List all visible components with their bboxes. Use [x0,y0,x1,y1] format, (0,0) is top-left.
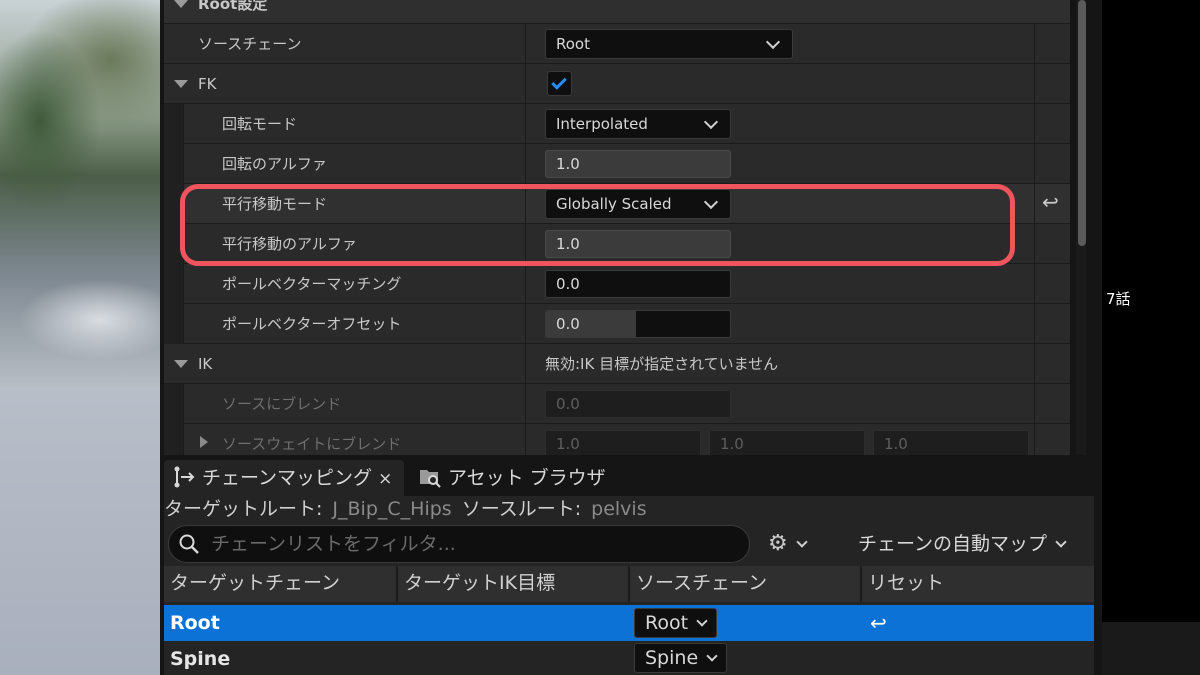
row-pole-vector-offset: ポールベクターオフセット 0.0 [164,304,1070,344]
source-root-value: pelvis [591,498,647,520]
column-target-chain[interactable]: ターゲットチェーン [164,566,398,602]
table-header: ターゲットチェーン ターゲットIK目標 ソースチェーン リセット [164,566,1094,602]
translation-alpha-input[interactable]: 1.0 [545,230,731,258]
tab-asset-browser[interactable]: アセット ブラウザ [414,460,606,496]
tab-chain-mapping[interactable]: チェーンマッピング × [164,460,404,496]
source-chain-dropdown[interactable]: Root [545,29,793,59]
row-label: 平行移動のアルファ [222,235,357,253]
settings-button[interactable]: ⚙ [768,528,808,560]
chain-mapping-icon [174,466,195,487]
tab-bar: チェーンマッピング × アセット ブラウザ [160,456,1102,496]
target-chain-name: Spine [170,648,231,670]
row-label: ソースウェイトにブレンド [222,435,402,453]
source-chain-select[interactable]: Root [634,608,718,638]
chevron-down-icon [706,650,718,662]
collapse-icon[interactable] [174,360,188,368]
source-chain-select[interactable]: Spine [634,643,728,673]
collapse-icon[interactable] [174,80,188,88]
target-root-label: ターゲットルート: [164,498,323,520]
chevron-down-icon [796,536,808,548]
row-label: 回転のアルファ [222,155,327,173]
translation-mode-dropdown[interactable]: Globally Scaled [545,189,731,219]
search-placeholder: チェーンリストをフィルタ... [211,533,456,555]
table-row[interactable]: Spine Spine [164,641,1094,675]
side-text: 7話 [1106,290,1131,308]
pole-vector-offset-slider[interactable]: 0.0 [545,310,731,338]
blend-weight-y-input[interactable]: 1.0 [709,430,865,455]
row-label: ポールベクターオフセット [222,315,402,333]
ik-status-text: 無効:IK 目標が指定されていません [545,355,779,373]
target-root-value: J_Bip_C_Hips [332,498,452,520]
chevron-down-icon [765,34,781,50]
row-fk[interactable]: FK [164,64,1070,104]
chevron-down-icon [1055,536,1067,548]
check-icon [551,74,567,90]
blend-weight-z-input[interactable]: 1.0 [873,430,1029,455]
editor-window: Root設定 ソースチェーン Root FK 回転モード Interpolate… [160,0,1102,675]
chevron-down-icon [703,194,719,210]
details-scrollbar[interactable] [1076,0,1086,455]
chevron-down-icon [703,114,719,130]
rotation-mode-dropdown[interactable]: Interpolated [545,109,731,139]
folder-search-icon [420,469,441,488]
row-translation-mode: 平行移動モード Globally Scaled ↩ [164,184,1070,224]
row-ik[interactable]: IK 無効:IK 目標が指定されていません [164,344,1070,384]
row-label: ソースチェーン [198,35,302,53]
chain-mapping-panel: ターゲットルート: J_Bip_C_Hips ソースルート: pelvis チェーンリ… [164,496,1094,675]
row-label: FK [198,75,217,93]
row-translation-alpha: 平行移動のアルファ 1.0 [164,224,1070,264]
background-photo-lower [0,390,160,675]
blend-weight-x-input[interactable]: 1.0 [545,430,701,455]
pole-vector-matching-input[interactable]: 0.0 [545,270,731,298]
collapse-icon[interactable] [174,0,188,8]
details-panel: Root設定 ソースチェーン Root FK 回転モード Interpolate… [164,0,1070,455]
close-tab-icon[interactable]: × [378,469,392,489]
target-chain-name: Root [170,612,220,634]
blend-to-source-input[interactable]: 0.0 [545,390,731,418]
rotation-alpha-input[interactable]: 1.0 [545,150,731,178]
expand-icon[interactable] [200,436,208,448]
column-target-ik-goal[interactable]: ターゲットIK目標 [398,566,630,602]
row-source-chain: ソースチェーン Root [164,24,1070,64]
reset-to-default-icon[interactable]: ↩ [1042,190,1059,214]
chain-filter-input[interactable]: チェーンリストをフィルタ... [168,525,750,563]
reset-icon[interactable]: ↩ [870,605,887,641]
source-root-label: ソースルート: [461,498,582,520]
row-rotation-mode: 回転モード Interpolated [164,104,1070,144]
background-photo [0,0,160,390]
column-reset[interactable]: リセット [862,566,1094,602]
row-label: IK [198,355,213,373]
scrollbar-thumb[interactable] [1078,0,1086,246]
chevron-down-icon [696,615,708,627]
right-panel [1102,622,1200,675]
section-header-root[interactable]: Root設定 [164,0,1070,24]
column-source-chain[interactable]: ソースチェーン [630,566,862,602]
table-row[interactable]: Root Root ↩ [164,605,1094,641]
row-label: 回転モード [222,115,298,133]
auto-map-chains-button[interactable]: チェーンの自動マップ [858,528,1067,560]
gear-icon: ⚙ [768,531,788,556]
row-label: ポールベクターマッチング [222,275,402,293]
fk-checkbox[interactable] [547,71,572,96]
search-icon [179,534,199,554]
root-info: ターゲットルート: J_Bip_C_Hips ソースルート: pelvis [164,496,657,524]
row-blend-weight: ソースウェイトにブレンド 1.0 1.0 1.0 [164,424,1070,455]
row-rotation-alpha: 回転のアルファ 1.0 [164,144,1070,184]
row-pole-vector-matching: ポールベクターマッチング 0.0 [164,264,1070,304]
row-label: 平行移動モード [222,195,328,213]
row-label: ソースにブレンド [222,395,342,413]
row-blend-to-source: ソースにブレンド 0.0 [164,384,1070,424]
section-title: Root設定 [198,0,268,13]
